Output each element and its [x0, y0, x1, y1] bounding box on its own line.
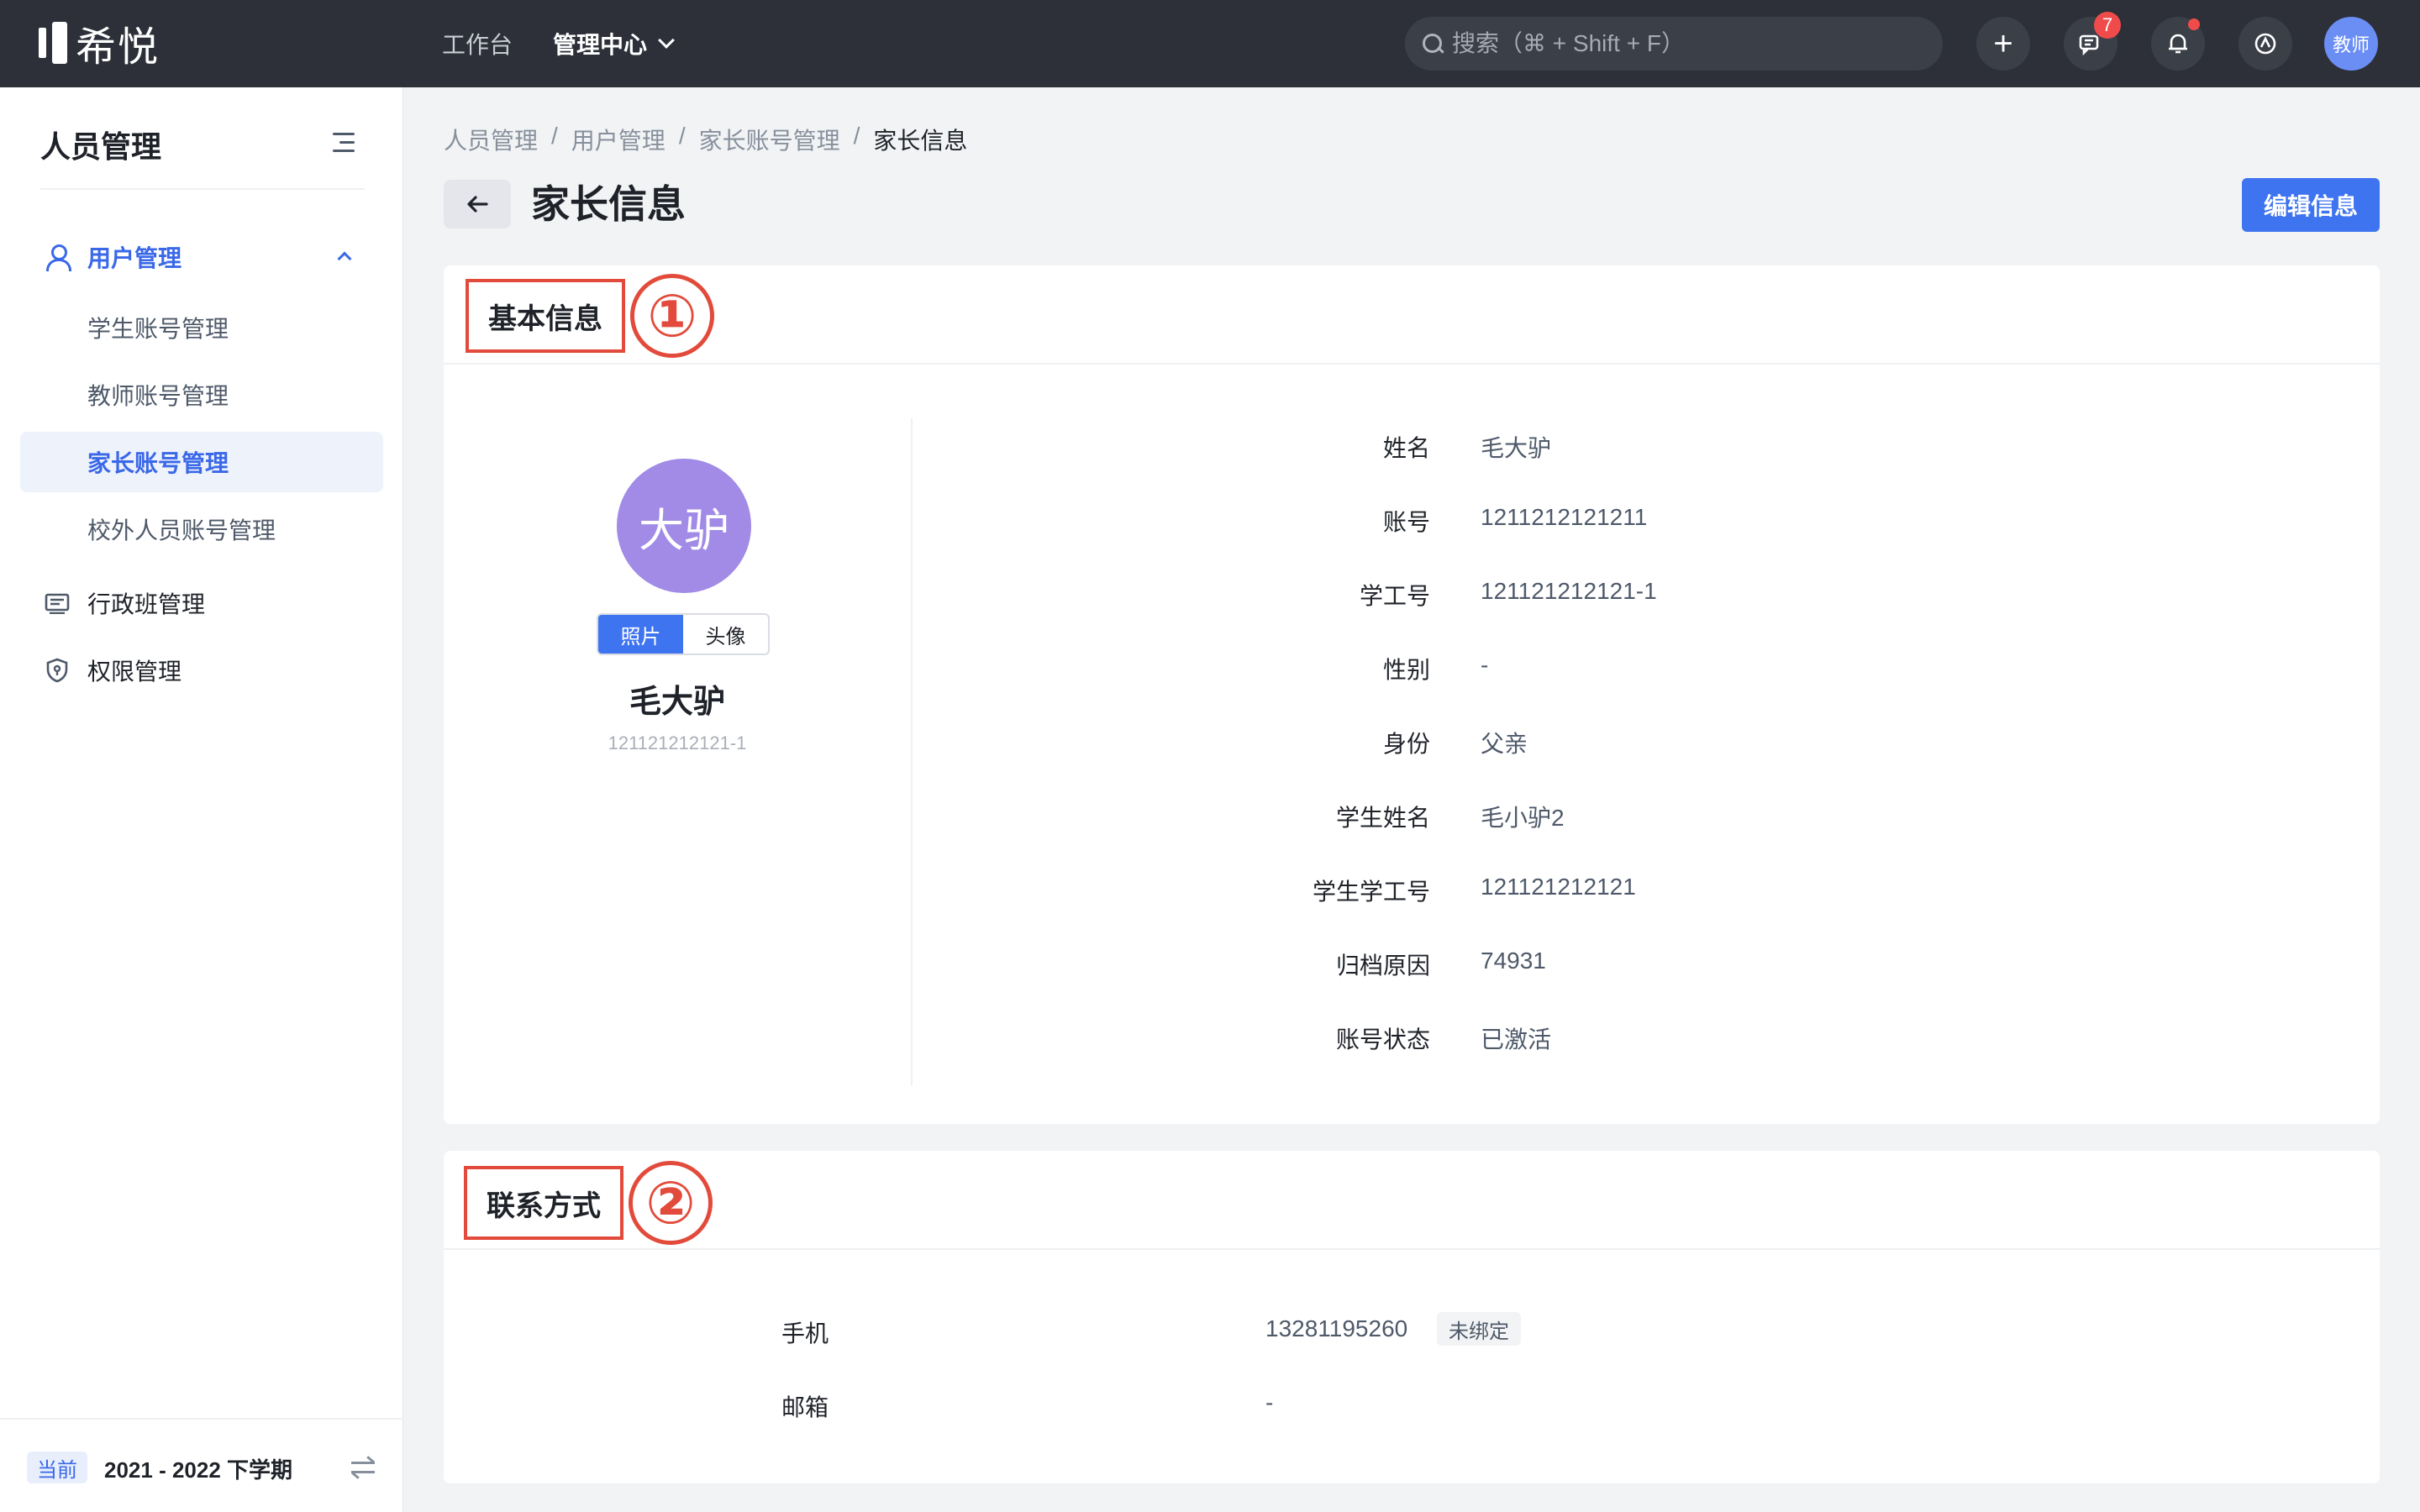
- logo-text: 希悦: [76, 25, 160, 70]
- sidebar-title: 人员管理: [40, 129, 162, 164]
- messages-button[interactable]: 7: [2064, 12, 2121, 71]
- sidebar-item-class-management[interactable]: 行政班管理: [20, 573, 383, 633]
- basic-info-title: 基本信息: [466, 279, 625, 353]
- phone-unbound-tag: 未绑定: [1437, 1312, 1521, 1346]
- top-bar: 希悦 工作台 管理中心 + 7: [0, 0, 2420, 87]
- term-switcher: 当前 2021 - 2022 下学期: [0, 1418, 403, 1512]
- annotation-marker-1: ①: [630, 274, 714, 358]
- field-label-account: 账号: [1382, 509, 1430, 535]
- field-value-identity: 父亲: [1481, 731, 1528, 757]
- basic-info-header: 基本信息 ①: [444, 265, 2380, 365]
- breadcrumb-separator: /: [853, 123, 860, 149]
- plus-icon: +: [1993, 25, 2013, 62]
- user-icon: [45, 244, 71, 271]
- contact-title: 联系方式: [464, 1166, 623, 1240]
- field-value-phone: 13281195260: [1265, 1315, 1408, 1341]
- notifications-button[interactable]: [2151, 17, 2205, 71]
- page-title: 家长信息: [531, 182, 686, 226]
- sidebar: 人员管理 用户管理 学生账号管理 教师账号管理 家长账号管理 校外人员账号管理 …: [0, 87, 403, 1512]
- breadcrumb-item[interactable]: 人员管理: [444, 123, 538, 156]
- notification-dot: [2188, 18, 2200, 30]
- app-logo[interactable]: 希悦: [39, 20, 160, 70]
- swap-icon[interactable]: [351, 1455, 376, 1480]
- field-label-student-name: 学生姓名: [1335, 805, 1430, 831]
- field-value-email: -: [1265, 1389, 1274, 1415]
- field-label-gender: 性别: [1382, 657, 1430, 683]
- field-value-account-status: 已激活: [1481, 1026, 1552, 1053]
- sidebar-item-label: 权限管理: [87, 659, 182, 685]
- global-search[interactable]: [1405, 17, 1943, 71]
- nav-workbench-label: 工作台: [442, 32, 513, 58]
- field-label-identity: 身份: [1382, 731, 1430, 757]
- profile-avatar: 大驴: [617, 459, 751, 593]
- field-value-name: 毛大驴: [1481, 435, 1552, 461]
- edit-info-button[interactable]: 编辑信息: [2242, 178, 2380, 232]
- nav-admin-center-label: 管理中心: [553, 32, 648, 58]
- user-avatar[interactable]: 教师: [2324, 17, 2378, 71]
- bell-icon: [2169, 34, 2187, 54]
- sidebar-divider: [40, 188, 365, 190]
- field-value-staff-id: 121121212121-1: [1481, 578, 1657, 604]
- arrow-left-icon: [467, 196, 488, 213]
- field-value-account: 1211212121211: [1481, 504, 1648, 530]
- breadcrumb-item[interactable]: 用户管理: [571, 123, 666, 156]
- chevron-up-icon: [337, 251, 352, 266]
- profile-divider: [911, 418, 913, 1085]
- field-label-phone: 手机: [781, 1320, 829, 1347]
- sidebar-item-parent-accounts[interactable]: 家长账号管理: [20, 432, 383, 492]
- breadcrumb: 人员管理 / 用户管理 / 家长账号管理 / 家长信息: [444, 123, 967, 156]
- breadcrumb-separator: /: [551, 123, 558, 149]
- current-term-tag: 当前: [27, 1452, 87, 1483]
- compass-icon: [2254, 33, 2276, 55]
- field-label-name: 姓名: [1382, 435, 1430, 461]
- avatar-toggle: 照片 头像: [597, 613, 770, 655]
- breadcrumb-current: 家长信息: [873, 128, 968, 154]
- field-label-archive-reason: 归档原因: [1335, 953, 1430, 979]
- profile-id: 121121212121-1: [608, 732, 747, 753]
- search-icon: [1422, 33, 1444, 55]
- breadcrumb-item[interactable]: 家长账号管理: [699, 123, 840, 156]
- toggle-photo[interactable]: 照片: [598, 615, 683, 654]
- field-label-staff-id: 学工号: [1359, 583, 1430, 609]
- contact-card: 联系方式 ② 手机 13281195260 未绑定 邮箱 -: [444, 1151, 2380, 1483]
- field-value-student-name: 毛小驴2: [1481, 805, 1565, 831]
- list-icon: [45, 593, 70, 614]
- field-value-gender: -: [1481, 652, 1489, 678]
- sidebar-item-student-accounts[interactable]: 学生账号管理: [20, 297, 383, 358]
- field-label-account-status: 账号状态: [1335, 1026, 1430, 1053]
- add-button[interactable]: +: [1976, 17, 2030, 71]
- annotation-marker-2: ②: [629, 1161, 713, 1245]
- field-value-archive-reason: 74931: [1481, 948, 1546, 974]
- logo-mark-icon: [39, 22, 67, 64]
- message-count-badge: 7: [2094, 12, 2121, 39]
- shield-icon: [46, 658, 68, 683]
- sidebar-item-label: 行政班管理: [87, 591, 206, 617]
- nav-admin-center[interactable]: 管理中心: [553, 27, 675, 60]
- search-input[interactable]: [1452, 30, 1923, 57]
- toggle-avatar[interactable]: 头像: [683, 615, 768, 654]
- profile-name: 毛大驴: [629, 685, 725, 720]
- switch-app-button[interactable]: [2238, 17, 2292, 71]
- chevron-down-icon: [658, 32, 675, 49]
- back-button[interactable]: [444, 180, 511, 228]
- breadcrumb-separator: /: [678, 123, 686, 149]
- top-nav: 工作台 管理中心: [442, 0, 675, 87]
- sidebar-item-permissions[interactable]: 权限管理: [20, 640, 383, 701]
- field-label-email: 邮箱: [781, 1394, 829, 1420]
- field-label-student-id: 学生学工号: [1312, 879, 1430, 905]
- nav-workbench[interactable]: 工作台: [442, 27, 513, 60]
- basic-info-card: 基本信息 ① 大驴 照片 头像 毛大驴 121121212121-1 姓名 毛大…: [444, 265, 2380, 1124]
- current-term: 2021 - 2022 下学期: [104, 1457, 293, 1483]
- sidebar-group-label: 用户管理: [87, 245, 182, 271]
- sidebar-item-external-accounts[interactable]: 校外人员账号管理: [20, 499, 383, 559]
- field-value-student-id: 121121212121: [1481, 874, 1636, 900]
- sidebar-item-teacher-accounts[interactable]: 教师账号管理: [20, 365, 383, 425]
- contact-header: 联系方式 ②: [444, 1151, 2380, 1250]
- sidebar-group-user-management[interactable]: 用户管理: [20, 228, 383, 286]
- collapse-sidebar-icon[interactable]: [333, 133, 355, 153]
